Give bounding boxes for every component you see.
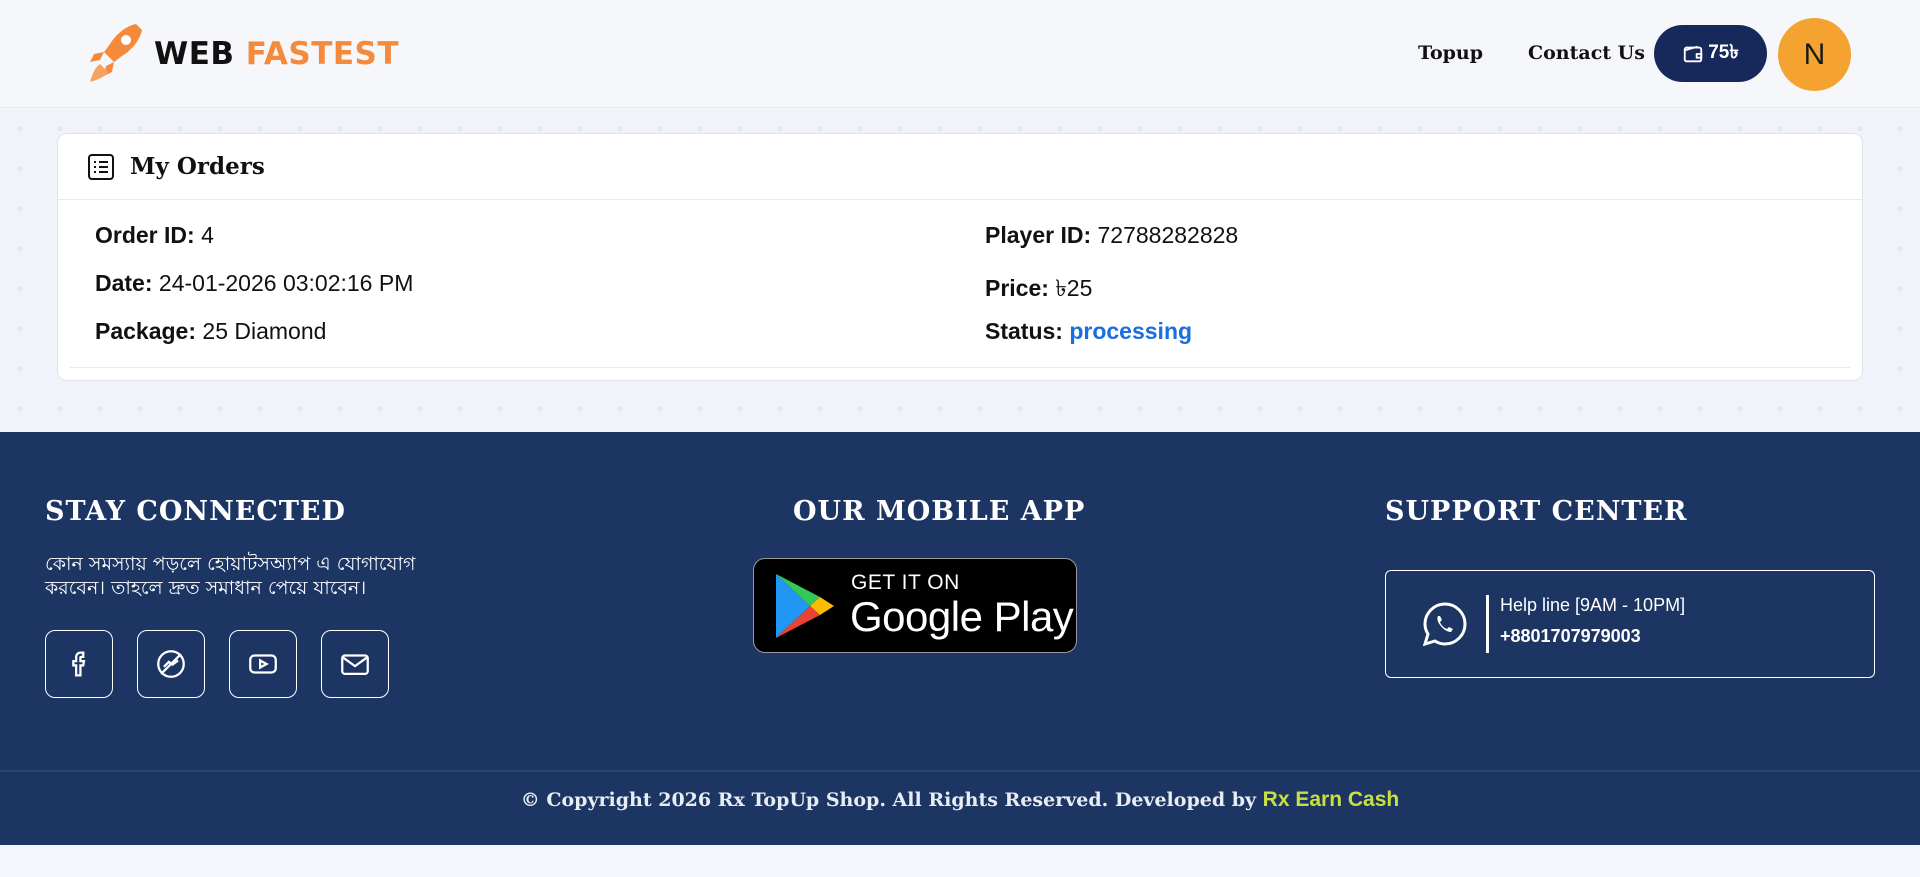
logo-word-web: WEB xyxy=(154,35,235,72)
order-id-row: Order ID: 4 xyxy=(95,222,214,249)
site-logo[interactable]: WEB FASTEST xyxy=(86,22,399,86)
youtube-link[interactable] xyxy=(229,630,297,698)
logo-text: WEB FASTEST xyxy=(154,35,400,72)
help-line-text: Help line [9AM - 10PM] xyxy=(1500,595,1686,615)
orders-title: My Orders xyxy=(130,153,265,180)
support-box[interactable]: Help line [9AM - 10PM] +8801707979003 xyxy=(1385,570,1875,678)
copyright-text: © Copyright 2026 Rx TopUp Shop. All Righ… xyxy=(520,789,1257,811)
messenger-icon xyxy=(157,650,185,678)
badge-small-text: GET IT ON xyxy=(851,571,960,594)
package-value: 25 Diamond xyxy=(202,318,327,344)
price-label: Price: xyxy=(985,275,1049,301)
support-heading: SUPPORT CENTER xyxy=(1385,496,1688,527)
list-icon xyxy=(88,153,114,180)
nav-link-contact[interactable]: Contact Us xyxy=(1528,42,1645,64)
youtube-icon xyxy=(249,654,277,674)
orders-card: My Orders Order ID: 4 Date: 24-01-2026 0… xyxy=(57,133,1863,381)
copyright: © Copyright 2026 Rx TopUp Shop. All Righ… xyxy=(0,788,1920,812)
wallet-icon xyxy=(1684,45,1703,62)
logo-word-fastest: FASTEST xyxy=(245,35,400,72)
facebook-icon xyxy=(72,651,86,677)
price-value: ৳25 xyxy=(1055,275,1093,301)
stay-connected-heading: STAY CONNECTED xyxy=(45,496,346,527)
nav-link-topup[interactable]: Topup xyxy=(1418,42,1483,64)
google-play-badge[interactable]: GET IT ON Google Play xyxy=(753,558,1077,653)
site-footer: STAY CONNECTED কোন সমস্যায় পড়লে হোয়াট… xyxy=(0,432,1920,845)
price-row: Price: ৳25 xyxy=(985,270,1092,309)
contact-note: কোন সমস্যায় পড়লে হোয়াটসঅ্যাপ এ যোগাযো… xyxy=(45,553,416,599)
badge-large-text: Google Play xyxy=(850,593,1074,640)
status-badge: processing xyxy=(1069,318,1193,344)
messenger-link[interactable] xyxy=(137,630,205,698)
site-header: WEB FASTEST Topup Contact Us 75৳ N xyxy=(0,0,1920,108)
user-avatar[interactable]: N xyxy=(1778,18,1851,91)
wallet-balance: 75৳ xyxy=(1708,41,1739,63)
whatsapp-icon xyxy=(1422,602,1467,647)
status-row: Status: processing xyxy=(985,318,1192,345)
facebook-link[interactable] xyxy=(45,630,113,698)
support-phone[interactable]: +8801707979003 xyxy=(1500,626,1641,647)
support-divider xyxy=(1486,595,1489,653)
package-label: Package: xyxy=(95,318,197,344)
player-id-label: Player ID: xyxy=(985,222,1092,248)
orders-card-header: My Orders xyxy=(58,134,1862,200)
player-id-row: Player ID: 72788282828 xyxy=(985,222,1238,249)
developer-link[interactable]: Rx Earn Cash xyxy=(1263,788,1400,811)
rocket-icon xyxy=(90,24,142,82)
order-id-value: 4 xyxy=(201,222,214,248)
order-details: Order ID: 4 Date: 24-01-2026 03:02:16 PM… xyxy=(70,200,1850,368)
google-play-icon xyxy=(776,574,834,638)
mail-link[interactable] xyxy=(321,630,389,698)
footer-divider xyxy=(0,770,1920,772)
date-label: Date: xyxy=(95,270,153,296)
date-value: 24-01-2026 03:02:16 PM xyxy=(158,270,414,296)
mail-icon xyxy=(341,654,369,676)
mobile-app-heading: OUR MOBILE APP xyxy=(793,496,1086,527)
player-id-value: 72788282828 xyxy=(1097,222,1239,248)
wallet-button[interactable]: 75৳ xyxy=(1654,25,1767,82)
package-row: Package: 25 Diamond xyxy=(95,318,326,345)
status-label: Status: xyxy=(985,318,1063,344)
date-row: Date: 24-01-2026 03:02:16 PM xyxy=(95,270,413,297)
order-id-label: Order ID: xyxy=(95,222,195,248)
